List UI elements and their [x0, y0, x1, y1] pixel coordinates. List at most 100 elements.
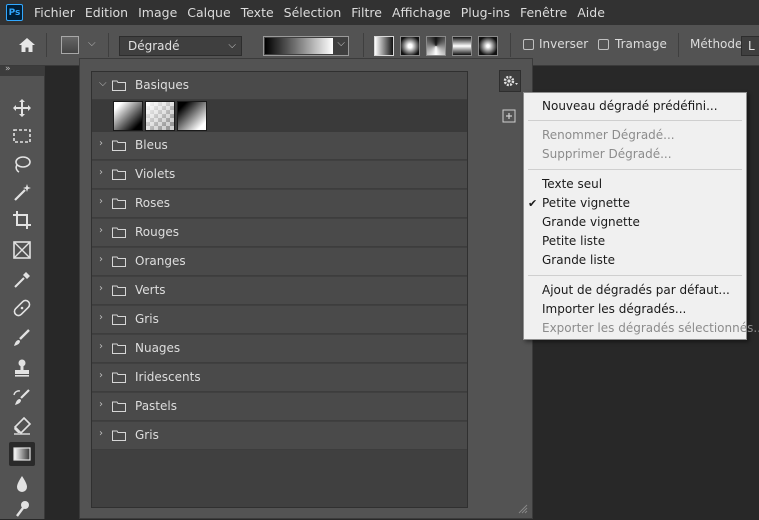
menu-item-add-defaults[interactable]: Ajout de dégradés par défaut... — [524, 281, 746, 300]
menu-item-large-thumbnail[interactable]: Grande vignette — [524, 213, 746, 232]
divider — [510, 33, 511, 57]
chevron-right-icon[interactable]: › — [99, 312, 103, 323]
home-icon[interactable] — [17, 35, 37, 55]
brush-tool-icon[interactable] — [9, 326, 35, 350]
blur-tool-icon[interactable] — [9, 472, 35, 496]
menu-bar: Ps Fichier Edition Image Calque Texte Sé… — [0, 0, 759, 25]
chevron-right-icon[interactable]: › — [99, 399, 103, 410]
resize-handle-icon[interactable] — [518, 504, 528, 514]
chevron-down-icon: ⌵ — [337, 38, 345, 49]
preset-group-roses[interactable]: › Roses — [92, 190, 467, 218]
divider — [678, 33, 679, 57]
chevron-right-icon[interactable]: › — [99, 167, 103, 178]
dither-checkbox[interactable] — [598, 39, 609, 50]
marquee-tool-icon[interactable] — [9, 124, 35, 148]
menu-item-import[interactable]: Importer les dégradés... — [524, 300, 746, 319]
chevron-right-icon[interactable]: › — [99, 370, 103, 381]
menu-texte[interactable]: Texte — [236, 0, 279, 25]
menu-item-small-thumbnail[interactable]: ✔ Petite vignette — [524, 194, 746, 213]
preset-dropdown[interactable]: Dégradé ⌵ — [119, 36, 242, 56]
folder-icon — [112, 80, 126, 91]
clone-stamp-tool-icon[interactable] — [9, 356, 35, 380]
menu-fenetre[interactable]: Fenêtre — [515, 0, 572, 25]
move-tool-icon[interactable] — [9, 96, 35, 120]
new-preset-icon[interactable] — [502, 109, 516, 123]
chevron-right-icon[interactable]: › — [99, 428, 103, 439]
menu-fichier[interactable]: Fichier — [29, 0, 80, 25]
preset-group-violets[interactable]: › Violets — [92, 161, 467, 189]
dodge-tool-icon[interactable] — [9, 496, 35, 520]
healing-brush-tool-icon[interactable] — [9, 296, 35, 320]
preset-group-pastels[interactable]: › Pastels — [92, 393, 467, 421]
chevron-down-icon[interactable]: ⌵ — [99, 78, 107, 89]
preset-group-gris-2[interactable]: › Gris — [92, 422, 467, 450]
reflected-gradient-button[interactable] — [452, 36, 472, 56]
collapse-icon[interactable]: » — [5, 64, 10, 74]
menu-separator — [528, 275, 742, 276]
dither-label: Tramage — [615, 37, 667, 51]
tools-header[interactable]: » — [0, 64, 44, 76]
angle-gradient-button[interactable] — [426, 36, 446, 56]
chevron-right-icon[interactable]: › — [99, 196, 103, 207]
menu-selection[interactable]: Sélection — [279, 0, 347, 25]
diamond-gradient-button[interactable] — [478, 36, 498, 56]
menu-item-text-only[interactable]: Texte seul — [524, 175, 746, 194]
gradient-preview — [265, 38, 333, 54]
menu-filtre[interactable]: Filtre — [346, 0, 387, 25]
crop-tool-icon[interactable] — [9, 208, 35, 232]
panel-context-menu: Nouveau dégradé prédéfini... Renommer Dé… — [523, 92, 759, 340]
eraser-tool-icon[interactable] — [9, 414, 35, 438]
chevron-right-icon[interactable]: › — [99, 283, 103, 294]
preset-list[interactable]: ⌵ Basiques › Bleus › Violets › Roses › R — [91, 71, 468, 508]
menu-aide[interactable]: Aide — [572, 0, 610, 25]
preset-group-label: Oranges — [135, 254, 186, 268]
gradient-thumbnail[interactable] — [177, 101, 207, 131]
menu-edition[interactable]: Edition — [80, 0, 133, 25]
tool-preset-swatch[interactable] — [61, 36, 79, 54]
menu-item-small-list[interactable]: Petite liste — [524, 232, 746, 251]
thumbnail-row — [92, 100, 467, 132]
method-dropdown[interactable]: L — [741, 36, 759, 56]
preset-group-gris[interactable]: › Gris — [92, 306, 467, 334]
menu-item-new-preset[interactable]: Nouveau dégradé prédéfini... — [524, 97, 746, 116]
chevron-right-icon[interactable]: › — [99, 138, 103, 149]
invert-checkbox[interactable] — [523, 39, 534, 50]
gradient-thumbnail[interactable] — [145, 101, 175, 131]
preset-group-verts[interactable]: › Verts — [92, 277, 467, 305]
chevron-down-icon[interactable]: ⌵ — [88, 38, 96, 49]
preset-group-bleus[interactable]: › Bleus — [92, 132, 467, 160]
chevron-right-icon[interactable]: › — [99, 341, 103, 352]
preset-group-label: Basiques — [135, 78, 190, 92]
photoshop-logo-icon[interactable]: Ps — [6, 4, 23, 21]
preset-group-basiques[interactable]: ⌵ Basiques — [92, 72, 467, 100]
menu-item-large-list[interactable]: Grande liste — [524, 251, 746, 270]
magic-wand-tool-icon[interactable] — [9, 180, 35, 204]
check-icon: ✔ — [528, 197, 538, 210]
folder-icon — [112, 140, 126, 151]
preset-group-nuages[interactable]: › Nuages — [92, 335, 467, 363]
linear-gradient-button[interactable] — [374, 36, 394, 56]
menu-plugins[interactable]: Plug-ins — [456, 0, 515, 25]
eyedropper-tool-icon[interactable] — [9, 268, 35, 292]
preset-group-label: Gris — [135, 428, 159, 442]
preset-group-iridescents[interactable]: › Iridescents — [92, 364, 467, 392]
radial-gradient-button[interactable] — [400, 36, 420, 56]
history-brush-tool-icon[interactable] — [9, 386, 35, 410]
invert-label: Inverser — [539, 37, 589, 51]
gradient-tool-icon[interactable] — [9, 442, 35, 466]
frame-tool-icon[interactable] — [9, 238, 35, 262]
preset-group-label: Gris — [135, 312, 159, 326]
chevron-right-icon[interactable]: › — [99, 225, 103, 236]
menu-calque[interactable]: Calque — [182, 0, 235, 25]
gradient-thumbnail[interactable] — [113, 101, 143, 131]
folder-icon — [112, 430, 126, 441]
gradient-picker[interactable]: ⌵ — [263, 36, 349, 56]
lasso-tool-icon[interactable] — [9, 152, 35, 176]
menu-image[interactable]: Image — [133, 0, 182, 25]
panel-settings-button[interactable] — [499, 70, 521, 92]
preset-group-label: Nuages — [135, 341, 181, 355]
preset-group-oranges[interactable]: › Oranges — [92, 248, 467, 276]
preset-group-rouges[interactable]: › Rouges — [92, 219, 467, 247]
chevron-right-icon[interactable]: › — [99, 254, 103, 265]
menu-affichage[interactable]: Affichage — [387, 0, 456, 25]
